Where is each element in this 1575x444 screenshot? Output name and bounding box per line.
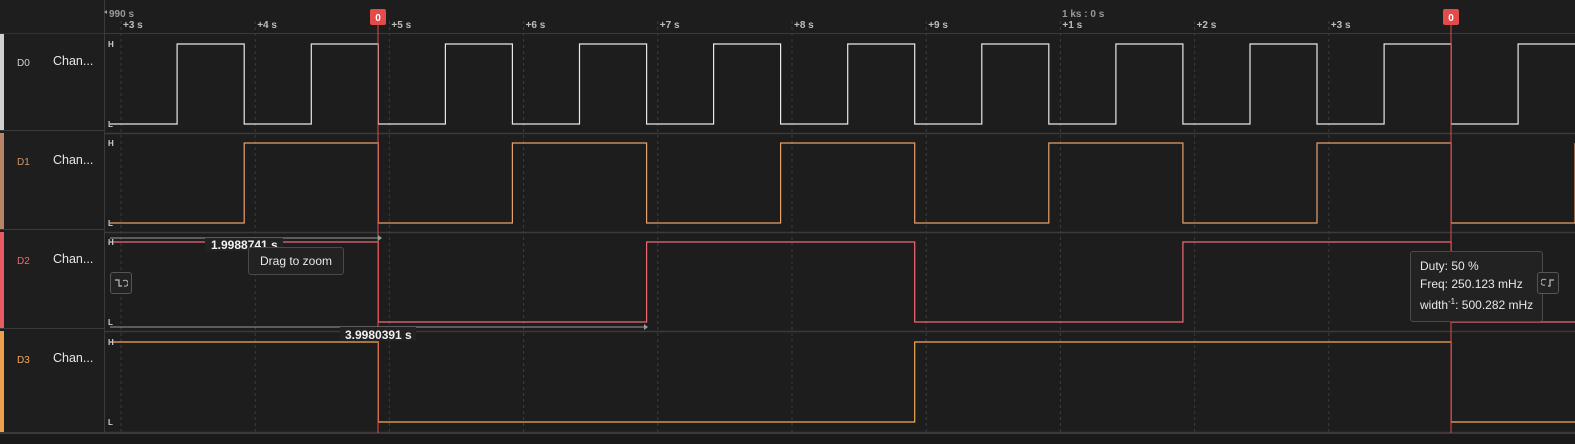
level-high-label: H — [108, 139, 114, 148]
level-high-label: H — [108, 238, 114, 247]
width-readout: width-1: 500.282 mHz — [1420, 293, 1533, 315]
duty-readout: Duty: 50 % — [1420, 259, 1479, 273]
channel-name[interactable]: Chan... — [53, 54, 93, 68]
channel-id: D0 — [17, 58, 30, 69]
channel-id: D1 — [17, 157, 30, 168]
channel-sidebar: D0 Chan... D1 Chan... D2 Chan... D3 Chan… — [0, 0, 105, 443]
measurement-overlay: 1.9988741 s 3.9980391 s — [110, 235, 648, 342]
bottom-width-arrowhead — [644, 324, 648, 330]
top-width-arrowhead — [378, 235, 382, 241]
measurement-tooltip: Duty: 50 % Freq: 250.123 mHz width-1: 50… — [1410, 251, 1544, 322]
bottom-scrollbar[interactable] — [0, 433, 1575, 444]
ruler-tick-label: +9 s — [928, 20, 948, 31]
level-high-label: H — [108, 338, 114, 347]
frequency-readout: Freq: 250.123 mHz — [1420, 276, 1523, 291]
channel-row-d2[interactable]: D2 Chan... — [0, 232, 104, 329]
level-low-label: L — [108, 418, 113, 427]
time-ruler[interactable]: 990 s 1 ks : 0 s +3 s +4 s +5 s +6 s +7 s +8 … — [104, 9, 1575, 34]
ruler-tick-label: +6 s — [526, 20, 546, 31]
ruler-tick-label: +3 s — [123, 20, 143, 31]
channel-row-d0[interactable]: D0 Chan... — [0, 34, 104, 131]
ruler-tick-label: +7 s — [660, 20, 680, 31]
channel-color-strip — [0, 133, 4, 229]
channel-name[interactable]: Chan... — [53, 351, 93, 365]
ruler-tick-label: +2 s — [1197, 20, 1217, 31]
ruler-origin-marker — [104, 10, 107, 14]
waveform-d3 — [110, 341, 1575, 423]
ruler-origin-label: 990 s — [109, 9, 134, 20]
channel-name[interactable]: Chan... — [53, 153, 93, 167]
waveform-d1 — [110, 142, 1575, 224]
grid-lines — [104, 21, 1575, 433]
falling-edge-icon[interactable] — [110, 272, 132, 294]
channel-id: D3 — [17, 355, 30, 366]
waveform-d0 — [110, 43, 1575, 125]
sidebar-header — [0, 0, 104, 34]
waveform-area[interactable]: 990 s 1 ks : 0 s +3 s +4 s +5 s +6 s +7 s +8 … — [104, 0, 1575, 433]
cursor-badge-label: 0 — [1448, 13, 1454, 24]
channel-name[interactable]: Chan... — [53, 252, 93, 266]
channel-color-strip — [0, 34, 4, 130]
channel-color-strip — [0, 232, 4, 328]
cursor-badge-label: 0 — [375, 13, 381, 24]
level-high-label: H — [108, 40, 114, 49]
channel-id: D2 — [17, 256, 30, 267]
rising-edge-icon[interactable] — [1537, 272, 1559, 294]
level-low-label: L — [108, 120, 113, 129]
channel-color-strip — [0, 331, 4, 432]
waveforms: H L H L H L H L — [108, 40, 1575, 427]
ruler-center-label: 1 ks : 0 s — [1062, 9, 1105, 20]
logic-analyzer-window: D0 Chan... D1 Chan... D2 Chan... D3 Chan… — [0, 0, 1575, 444]
channel-row-d1[interactable]: D1 Chan... — [0, 133, 104, 230]
ruler-tick-label: +4 s — [257, 20, 277, 31]
level-low-label: L — [108, 219, 113, 228]
ruler-tick-label: +8 s — [794, 20, 814, 31]
ruler-tick-label: +1 s — [1062, 20, 1082, 31]
width-value: : 500.282 mHz — [1455, 298, 1534, 312]
bottom-width-label: 3.9980391 s — [345, 328, 412, 342]
drag-to-zoom-tooltip: Drag to zoom — [248, 247, 345, 275]
ruler-tick-label: +3 s — [1331, 20, 1351, 31]
level-low-label: L — [108, 318, 113, 327]
width-label: width — [1420, 298, 1449, 312]
ruler-tick-label: +5 s — [391, 20, 411, 31]
channel-row-d3[interactable]: D3 Chan... — [0, 331, 104, 433]
